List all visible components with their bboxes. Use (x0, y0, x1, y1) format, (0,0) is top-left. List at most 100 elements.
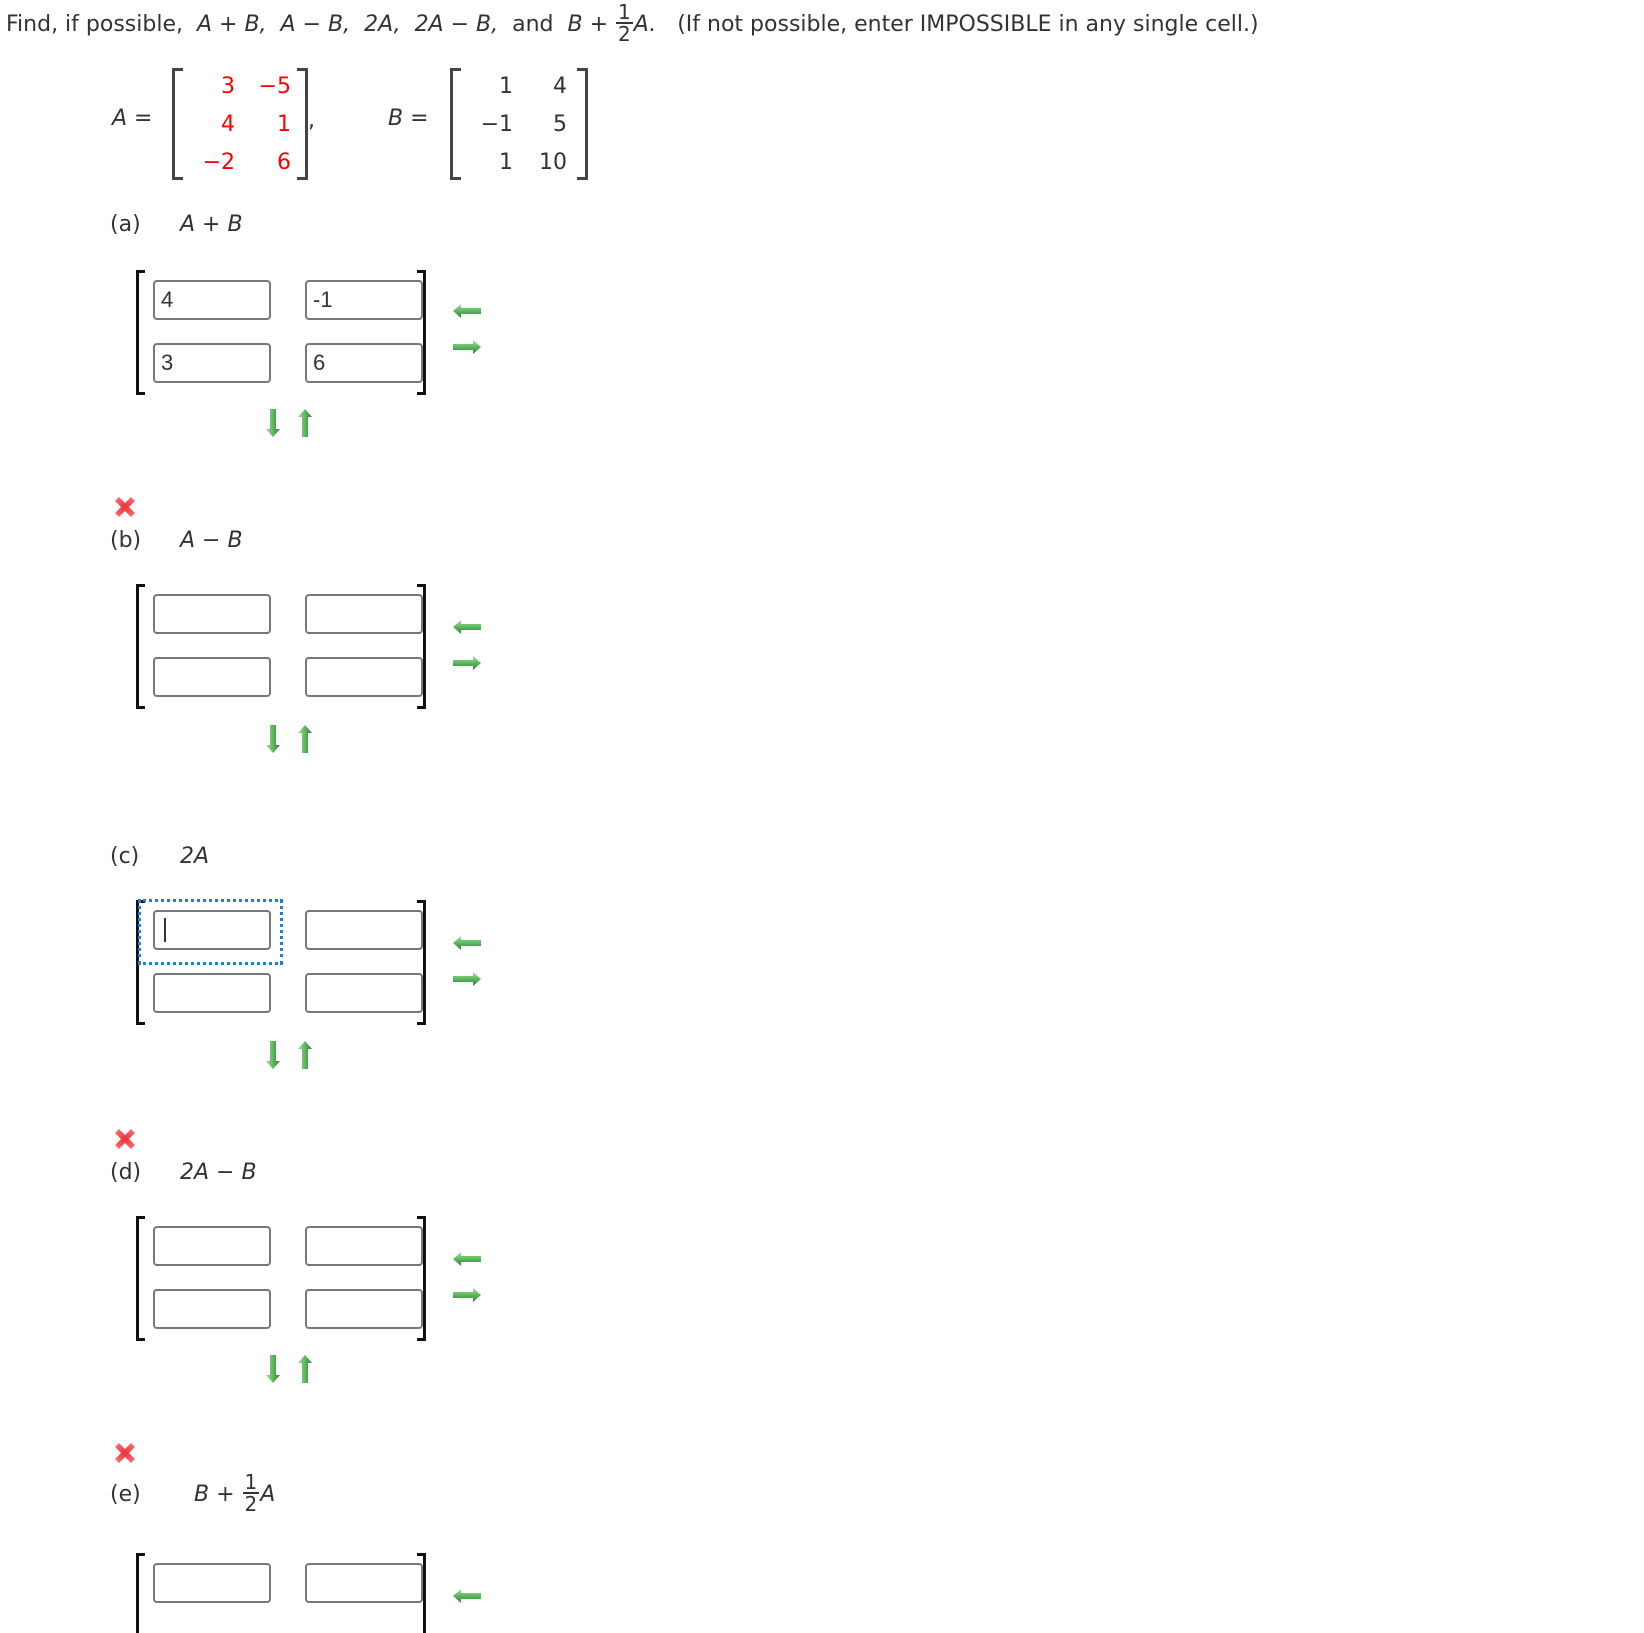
bracket-corner (417, 1338, 423, 1341)
part-b-answer-matrix (136, 584, 426, 709)
part-e-cell-r1c1[interactable] (153, 1563, 271, 1603)
bracket-corner (139, 1553, 145, 1556)
part-a-cell-r1c1[interactable] (153, 280, 271, 320)
bracket-corner (417, 1022, 423, 1025)
arrow-right-icon[interactable] (452, 1286, 482, 1304)
part-letter: (c) (110, 844, 140, 869)
matrix-a-cell: 3 (221, 74, 235, 99)
bracket-corner (417, 900, 423, 903)
matrix-b-cell: 10 (539, 150, 567, 175)
part-c-label: (c) 2A (110, 842, 209, 872)
matrix-a-cell: −2 (202, 150, 235, 175)
bracket-corner (139, 1338, 145, 1341)
matrix-a-cell: 4 (221, 112, 235, 137)
arrow-down-icon[interactable] (264, 408, 282, 438)
matrix-b-cell: −1 (480, 112, 513, 137)
part-expression: 2A (180, 844, 210, 869)
fraction-denominator: 2 (618, 22, 631, 46)
part-b-cell-r2c1[interactable] (153, 657, 271, 697)
fraction-numerator: 1 (616, 0, 633, 24)
arrow-left-icon[interactable] (452, 302, 482, 320)
arrow-right-icon[interactable] (452, 654, 482, 672)
bracket-corner (139, 392, 145, 395)
part-letter: (d) (110, 1160, 142, 1185)
matrix-b-cell: 1 (499, 74, 513, 99)
part-c-cell-r1c1[interactable] (153, 910, 271, 950)
question-note: (If not possible, enter IMPOSSIBLE in an… (677, 12, 1259, 37)
arrow-up-icon[interactable] (296, 724, 314, 754)
part-expression-post: A (260, 1482, 276, 1507)
arrow-down-icon[interactable] (264, 1040, 282, 1070)
arrow-left-icon[interactable] (452, 618, 482, 636)
matrix-a: 3 −5 4 1 −2 6 (172, 68, 308, 180)
question-expr-a-minus-b: A − B, (280, 12, 351, 37)
part-b-cell-r2c2[interactable] (305, 657, 423, 697)
question-fraction: 12 (616, 2, 633, 44)
question-expr-2a-minus-b: 2A − B, (414, 12, 499, 37)
arrow-right-icon[interactable] (452, 338, 482, 356)
matrix-b-cell: 4 (553, 74, 567, 99)
matrix-b-cell: 1 (499, 150, 513, 175)
part-letter: (a) (110, 212, 141, 237)
part-b-label: (b) A − B (110, 526, 243, 556)
part-expression: A − B (180, 528, 243, 553)
part-d-label: (d) 2A − B (110, 1158, 257, 1188)
fraction-denominator: 2 (244, 1492, 258, 1516)
bracket-corner (139, 1022, 145, 1025)
bracket-corner (417, 392, 423, 395)
bracket-corner (139, 270, 145, 273)
bracket-corner (139, 706, 145, 709)
fraction-numerator: 1 (242, 1470, 260, 1494)
question-expr-b-plus: B + (567, 12, 609, 37)
question-expr-half-a: A. (633, 12, 657, 37)
bracket-corner (417, 706, 423, 709)
part-e-answer-matrix (136, 1553, 426, 1633)
part-expression: A + B (180, 212, 243, 237)
part-expression-pre: B + (194, 1482, 235, 1507)
arrow-right-icon[interactable] (452, 970, 482, 988)
x-mark-icon (115, 1443, 135, 1463)
part-d-answer-matrix (136, 1216, 426, 1341)
matrix-separator-comma: , (308, 108, 315, 133)
arrow-left-icon[interactable] (452, 1587, 482, 1605)
question-expr-2a: 2A, (364, 12, 401, 37)
question-and: and (512, 12, 554, 37)
part-a-answer-matrix (136, 270, 426, 395)
matrix-b: 1 4 −1 5 1 10 (450, 68, 588, 180)
part-c-cell-r2c1[interactable] (153, 973, 271, 1013)
part-c-cell-r1c2[interactable] (305, 910, 423, 950)
arrow-left-icon[interactable] (452, 1250, 482, 1268)
part-b-cell-r1c2[interactable] (305, 594, 423, 634)
arrow-down-icon[interactable] (264, 1354, 282, 1384)
part-e-label: (e) B + 12A (110, 1470, 276, 1516)
matrix-b-label: B = (388, 106, 429, 131)
question-prompt: Find, if possible, A + B, A − B, 2A, 2A … (6, 2, 1259, 46)
part-d-cell-r1c1[interactable] (153, 1226, 271, 1266)
part-a-label: (a) A + B (110, 210, 243, 240)
matrix-a-label: A = (112, 106, 153, 131)
question-prefix: Find, if possible, (6, 12, 183, 37)
part-a-cell-r2c2[interactable] (305, 343, 423, 383)
part-e-cell-r1c2[interactable] (305, 1563, 423, 1603)
arrow-up-icon[interactable] (296, 1040, 314, 1070)
bracket-corner (139, 1216, 145, 1219)
arrow-up-icon[interactable] (296, 408, 314, 438)
part-expression: 2A − B (180, 1160, 257, 1185)
matrix-a-cell: 6 (277, 150, 291, 175)
part-d-cell-r1c2[interactable] (305, 1226, 423, 1266)
bracket-corner (417, 1216, 423, 1219)
arrow-up-icon[interactable] (296, 1354, 314, 1384)
matrix-a-cell: 1 (277, 112, 291, 137)
x-mark-icon (115, 1129, 135, 1149)
arrow-left-icon[interactable] (452, 934, 482, 952)
part-d-cell-r2c2[interactable] (305, 1289, 423, 1329)
matrix-b-cell: 5 (553, 112, 567, 137)
part-letter: (e) (110, 1482, 141, 1507)
arrow-down-icon[interactable] (264, 724, 282, 754)
part-a-cell-r2c1[interactable] (153, 343, 271, 383)
part-letter: (b) (110, 528, 142, 553)
part-b-cell-r1c1[interactable] (153, 594, 271, 634)
part-c-cell-r2c2[interactable] (305, 973, 423, 1013)
part-d-cell-r2c1[interactable] (153, 1289, 271, 1329)
part-a-cell-r1c2[interactable] (305, 280, 423, 320)
